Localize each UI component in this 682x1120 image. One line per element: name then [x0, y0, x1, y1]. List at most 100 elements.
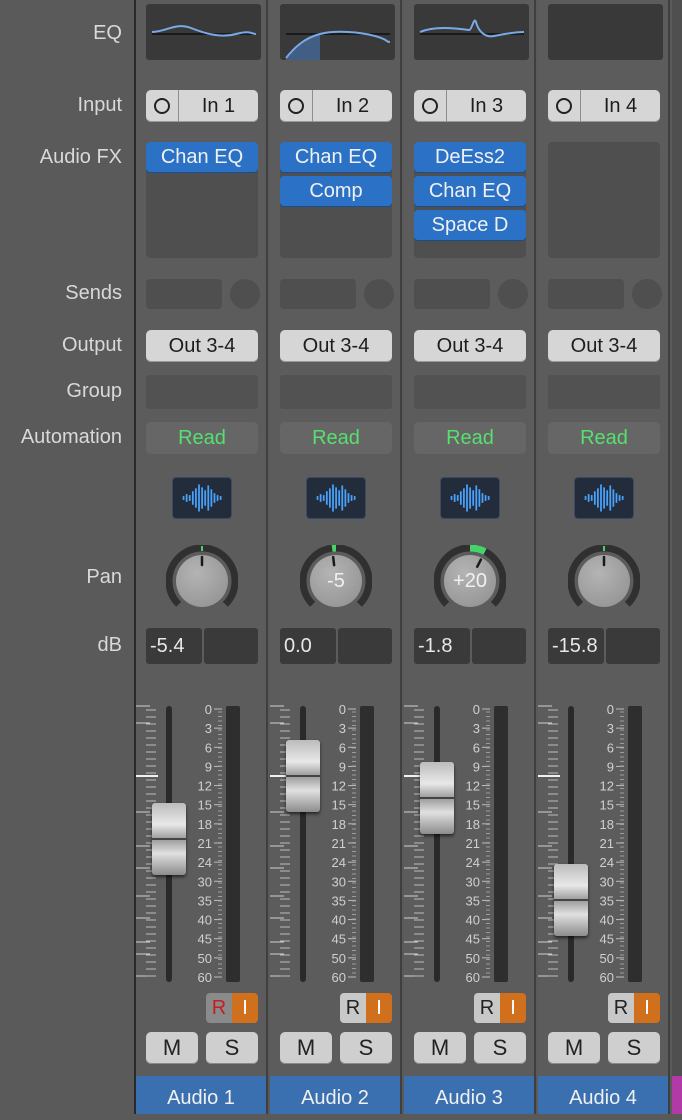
output-slot[interactable]: Out 3-4: [146, 330, 258, 362]
automation-mode[interactable]: Read: [146, 422, 258, 454]
send-level-knob[interactable]: [364, 279, 394, 309]
eq-thumbnail[interactable]: [146, 4, 261, 60]
waveform-bar: [475, 485, 477, 510]
peak-readout[interactable]: [606, 628, 660, 664]
input-monitor-button[interactable]: I: [366, 993, 392, 1023]
peak-readout[interactable]: [204, 628, 258, 664]
waveform-bar: [469, 487, 471, 508]
track-name[interactable]: Audio 1: [136, 1076, 266, 1114]
send-level-knob[interactable]: [498, 279, 528, 309]
channel-strip: In 2Chan EQComp Out 3-4Read -5 0.0 03691…: [270, 0, 402, 1114]
input-slot[interactable]: In 2: [280, 90, 392, 122]
audio-fx-slots[interactable]: Chan EQ: [146, 142, 258, 258]
waveform-icon[interactable]: [172, 477, 232, 519]
input-monitor-button[interactable]: I: [232, 993, 258, 1023]
input-format-icon[interactable]: [146, 90, 179, 122]
waveform-bar: [588, 494, 590, 502]
input-format-icon[interactable]: [280, 90, 313, 122]
solo-button[interactable]: S: [474, 1032, 526, 1064]
audio-fx-slots[interactable]: DeEss2 Chan EQ Space D: [414, 142, 526, 258]
volume-readout[interactable]: -5.4: [146, 628, 202, 664]
input-slot[interactable]: In 3: [414, 90, 526, 122]
send-slot[interactable]: [146, 279, 222, 309]
waveform-bar: [622, 496, 624, 500]
fader-track[interactable]: [568, 706, 574, 982]
fader-track[interactable]: [434, 706, 440, 982]
output-slot[interactable]: Out 3-4: [548, 330, 660, 362]
volume-fader-cap[interactable]: [286, 740, 320, 812]
input-slot[interactable]: In 4: [548, 90, 660, 122]
send-level-knob[interactable]: [632, 279, 662, 309]
input-format-icon[interactable]: [414, 90, 447, 122]
input-monitor-button[interactable]: I: [500, 993, 526, 1023]
output-slot[interactable]: Out 3-4: [414, 330, 526, 362]
audio-fx-slots[interactable]: [548, 142, 660, 258]
pan-knob[interactable]: [166, 545, 238, 617]
waveform-bar: [472, 490, 474, 505]
eq-thumbnail[interactable]: [548, 4, 663, 60]
send-level-knob[interactable]: [230, 279, 260, 309]
volume-fader-cap[interactable]: [554, 864, 588, 936]
plugin-slot[interactable]: DeEss2: [414, 142, 526, 172]
volume-readout[interactable]: -15.8: [548, 628, 604, 664]
plugin-slot[interactable]: Chan EQ: [280, 142, 392, 172]
audio-fx-slots[interactable]: Chan EQ Comp: [280, 142, 392, 258]
channel-strip: In 1Chan EQ Out 3-4Read -5.4 03691215182…: [136, 0, 268, 1114]
record-enable-button[interactable]: R: [206, 993, 232, 1023]
plugin-slot[interactable]: Space D: [414, 210, 526, 240]
volume-fader-cap[interactable]: [420, 762, 454, 834]
record-enable-button[interactable]: R: [608, 993, 634, 1023]
automation-mode[interactable]: Read: [414, 422, 526, 454]
waveform-bar: [329, 488, 331, 507]
mute-button[interactable]: M: [280, 1032, 332, 1064]
volume-readout[interactable]: -1.8: [414, 628, 470, 664]
input-format-icon[interactable]: [548, 90, 581, 122]
record-enable-button[interactable]: R: [474, 993, 500, 1023]
track-name[interactable]: Audio 3: [404, 1076, 534, 1114]
group-slot[interactable]: [548, 375, 660, 409]
solo-button[interactable]: S: [608, 1032, 660, 1064]
volume-readout[interactable]: 0.0: [280, 628, 336, 664]
input-monitor-button[interactable]: I: [634, 993, 660, 1023]
pan-knob[interactable]: +20: [434, 545, 506, 617]
level-meter: [628, 706, 642, 982]
pan-knob[interactable]: [568, 545, 640, 617]
meter-tick-label: 40: [466, 913, 480, 928]
group-slot[interactable]: [280, 375, 392, 409]
peak-readout[interactable]: [338, 628, 392, 664]
peak-readout[interactable]: [472, 628, 526, 664]
waveform-icon[interactable]: [574, 477, 634, 519]
eq-thumbnail[interactable]: [280, 4, 395, 60]
record-enable-button[interactable]: R: [340, 993, 366, 1023]
send-slot[interactable]: [548, 279, 624, 309]
meter-tick-label: 9: [473, 759, 480, 774]
solo-button[interactable]: S: [206, 1032, 258, 1064]
waveform-icon[interactable]: [306, 477, 366, 519]
mute-button[interactable]: M: [548, 1032, 600, 1064]
plugin-slot[interactable]: Chan EQ: [146, 142, 258, 172]
mute-button[interactable]: M: [414, 1032, 466, 1064]
track-name[interactable]: Audio 2: [270, 1076, 400, 1114]
send-slot[interactable]: [280, 279, 356, 309]
automation-mode[interactable]: Read: [548, 422, 660, 454]
group-slot[interactable]: [414, 375, 526, 409]
waveform-icon[interactable]: [440, 477, 500, 519]
meter-tick-label: 30: [466, 874, 480, 889]
input-slot[interactable]: In 1: [146, 90, 258, 122]
solo-button[interactable]: S: [340, 1032, 392, 1064]
waveform-bar: [591, 495, 593, 501]
group-slot[interactable]: [146, 375, 258, 409]
plugin-slot[interactable]: Chan EQ: [414, 176, 526, 206]
plugin-slot[interactable]: Comp: [280, 176, 392, 206]
automation-mode[interactable]: Read: [280, 422, 392, 454]
waveform-bar: [616, 493, 618, 503]
output-slot[interactable]: Out 3-4: [280, 330, 392, 362]
mute-button[interactable]: M: [146, 1032, 198, 1064]
volume-fader-cap[interactable]: [152, 803, 186, 875]
send-slot[interactable]: [414, 279, 490, 309]
track-name[interactable]: Audio 4: [538, 1076, 668, 1114]
meter-tick-label: 9: [205, 759, 212, 774]
waveform-bar: [454, 494, 456, 502]
eq-thumbnail[interactable]: [414, 4, 529, 60]
pan-knob[interactable]: -5: [300, 545, 372, 617]
